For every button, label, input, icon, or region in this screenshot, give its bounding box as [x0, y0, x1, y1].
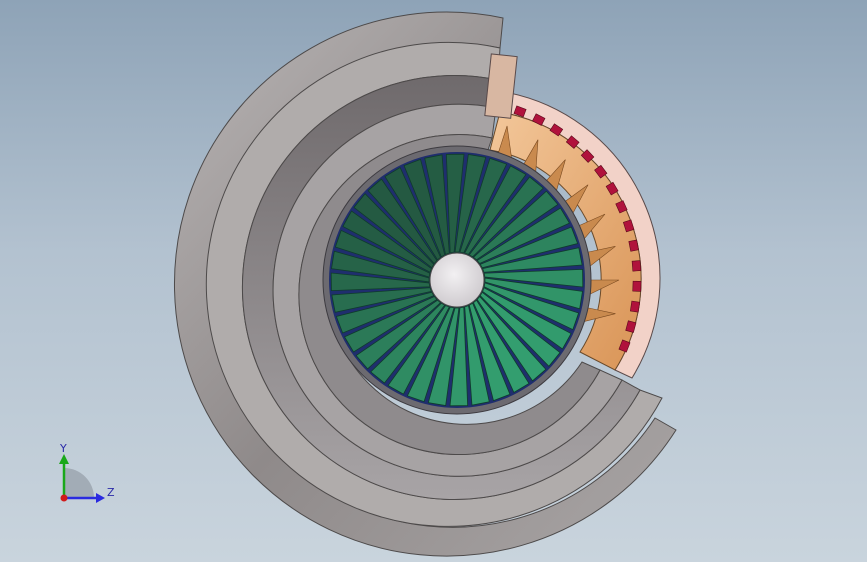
- y-axis-arrow: [59, 454, 69, 464]
- hub[interactable]: [429, 252, 485, 308]
- triad-base-quadrant: [64, 468, 94, 498]
- graphics-viewport[interactable]: Y Z: [0, 0, 867, 562]
- stator-coil: [628, 239, 639, 252]
- stator-coil: [631, 260, 642, 272]
- y-axis-label: Y: [59, 442, 67, 455]
- z-axis-arrow: [96, 493, 105, 503]
- z-axis-label: Z: [107, 486, 115, 499]
- view-triad[interactable]: Y Z: [44, 440, 124, 510]
- stator-coil: [629, 300, 641, 313]
- stator-coil: [632, 280, 642, 292]
- fan-motor-model[interactable]: [0, 0, 867, 562]
- x-axis-dot: [60, 494, 68, 502]
